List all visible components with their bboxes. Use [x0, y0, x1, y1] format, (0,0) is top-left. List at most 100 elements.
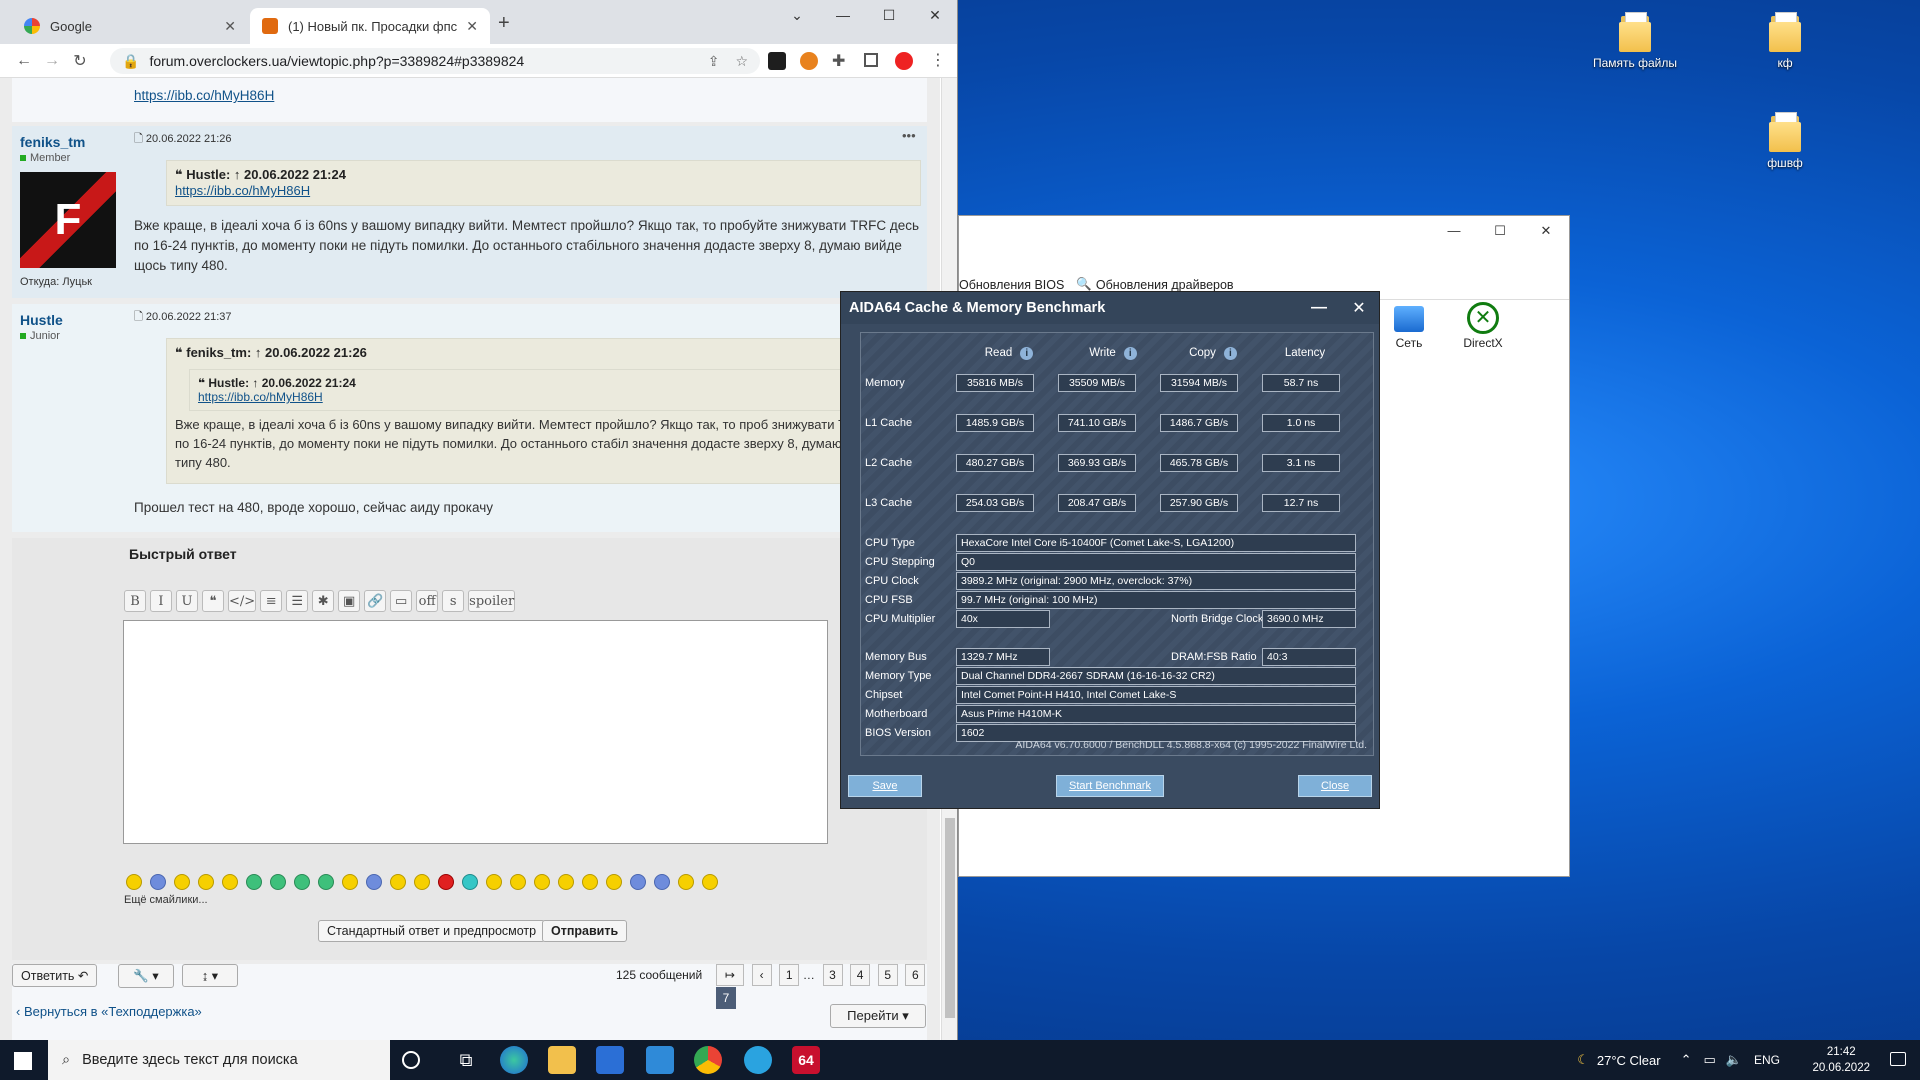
task-view-icon[interactable]: ⧉: [452, 1046, 480, 1074]
reply-button[interactable]: Ответить ↶: [12, 964, 98, 987]
aida64-taskbar-icon[interactable]: 64: [792, 1046, 820, 1074]
page-link[interactable]: 1: [779, 964, 800, 986]
quote-link[interactable]: https://ibb.co/hMyH86H: [198, 390, 323, 404]
smiley-icon[interactable]: [174, 874, 190, 890]
post-author[interactable]: feniks_tm: [20, 134, 85, 150]
store-icon[interactable]: [596, 1046, 624, 1074]
back-icon[interactable]: ←: [10, 52, 38, 70]
underline-button[interactable]: U: [176, 590, 198, 612]
media-button[interactable]: ▭: [390, 590, 413, 612]
quote-button[interactable]: ❝: [202, 590, 224, 612]
spoiler-button[interactable]: spoiler: [468, 590, 516, 612]
smiley-icon[interactable]: [702, 874, 718, 890]
smiley-icon[interactable]: [246, 874, 262, 890]
more-smileys-link[interactable]: Ещё смайлики...: [124, 894, 208, 906]
smiley-icon[interactable]: [630, 874, 646, 890]
network-item[interactable]: Сеть: [1379, 306, 1439, 350]
page-link[interactable]: 3: [822, 964, 843, 986]
smiley-icon[interactable]: [198, 874, 214, 890]
close-button[interactable]: Close: [1298, 775, 1372, 797]
sidepanel-icon[interactable]: [864, 53, 878, 67]
strike-button[interactable]: s: [442, 590, 465, 612]
clock[interactable]: 21:42 20.06.2022: [1812, 1044, 1870, 1076]
volume-icon[interactable]: 🔈: [1726, 1052, 1742, 1068]
bold-button[interactable]: B: [124, 590, 146, 612]
list-button[interactable]: ≡: [260, 590, 283, 612]
smiley-icon[interactable]: [606, 874, 622, 890]
list-item-button[interactable]: ✱: [312, 590, 335, 612]
page-link[interactable]: 5: [877, 964, 898, 986]
tab-search-icon[interactable]: ⌄: [774, 0, 820, 30]
post-menu-icon[interactable]: •••: [902, 128, 916, 143]
chrome-icon[interactable]: [694, 1046, 722, 1074]
smiley-icon[interactable]: [270, 874, 286, 890]
minimize-icon[interactable]: —: [1299, 299, 1339, 317]
taskbar-search[interactable]: ⌕ Введите здесь текст для поиска: [48, 1040, 390, 1080]
windows-start-icon[interactable]: [14, 1052, 32, 1070]
smiley-icon[interactable]: [294, 874, 310, 890]
smiley-icon[interactable]: [510, 874, 526, 890]
metamask-icon[interactable]: [800, 52, 818, 70]
code-button[interactable]: </>: [228, 590, 257, 612]
preview-button[interactable]: Стандартный ответ и предпросмотр: [318, 920, 546, 942]
jump-to-page-icon[interactable]: ↦: [716, 964, 744, 986]
post-author[interactable]: Hustle: [20, 312, 63, 328]
smiley-icon[interactable]: [222, 874, 238, 890]
off-button[interactable]: off: [416, 590, 439, 612]
telegram-icon[interactable]: [744, 1046, 772, 1074]
menu-dots-icon[interactable]: ⋮: [930, 50, 946, 70]
smiley-icon[interactable]: [342, 874, 358, 890]
smiley-icon[interactable]: [126, 874, 142, 890]
start-benchmark-button[interactable]: Start Benchmark: [1056, 775, 1164, 797]
maximize-icon[interactable]: ☐: [1477, 216, 1523, 246]
extensions-puzzle-icon[interactable]: ✚: [832, 51, 845, 71]
back-to-forum-link[interactable]: ‹ Вернуться в «Техподдержка»: [16, 1004, 202, 1019]
current-page[interactable]: 7: [716, 987, 736, 1009]
extension-icon[interactable]: [768, 52, 786, 70]
link-button[interactable]: 🔗: [364, 590, 387, 612]
weather-text[interactable]: 27°C Clear: [1597, 1053, 1661, 1068]
bios-updates-link[interactable]: Обновления BIOS: [959, 278, 1064, 292]
reload-icon[interactable]: ↻: [66, 51, 94, 71]
maximize-icon[interactable]: ☐: [866, 0, 912, 30]
file-explorer-icon[interactable]: [548, 1046, 576, 1074]
close-tab-icon[interactable]: ✕: [224, 18, 236, 35]
reply-textarea[interactable]: [123, 620, 828, 844]
close-icon[interactable]: ✕: [1339, 298, 1379, 318]
smiley-icon[interactable]: [150, 874, 166, 890]
avatar[interactable]: F: [20, 172, 116, 268]
desktop-icon-folder[interactable]: фшвф: [1742, 112, 1828, 170]
driver-updates-link[interactable]: Обновления драйверов: [1096, 278, 1234, 292]
italic-button[interactable]: I: [150, 590, 172, 612]
share-icon[interactable]: ⇪: [708, 53, 720, 70]
close-icon[interactable]: ✕: [912, 0, 958, 30]
quote-link[interactable]: https://ibb.co/hMyH86H: [175, 183, 310, 198]
forward-icon[interactable]: →: [38, 52, 66, 70]
desktop-icon-folder[interactable]: кф: [1742, 12, 1828, 70]
cortana-icon[interactable]: [402, 1051, 420, 1069]
smiley-icon[interactable]: [534, 874, 550, 890]
send-button[interactable]: Отправить: [542, 920, 628, 942]
minimize-icon[interactable]: —: [1431, 216, 1477, 246]
smiley-icon[interactable]: [366, 874, 382, 890]
smiley-icon[interactable]: [438, 874, 454, 890]
goto-button[interactable]: Перейти ▾: [830, 1004, 926, 1028]
desktop-icon-folder[interactable]: Память файлы: [1592, 12, 1678, 70]
close-tab-icon[interactable]: ✕: [466, 18, 478, 35]
page-link[interactable]: 4: [850, 964, 871, 986]
tab-forum[interactable]: (1) Новый пк. Просадки фпс в V ✕: [250, 8, 490, 44]
language-indicator[interactable]: ENG: [1754, 1053, 1780, 1067]
ordered-list-button[interactable]: ☰: [286, 590, 309, 612]
edge-icon[interactable]: [500, 1046, 528, 1074]
page-link[interactable]: 6: [905, 964, 926, 986]
tools-dropdown[interactable]: 🔧 ▾: [118, 964, 174, 988]
smiley-icon[interactable]: [582, 874, 598, 890]
directx-item[interactable]: ✕ DirectX: [1453, 302, 1513, 350]
smiley-icon[interactable]: [390, 874, 406, 890]
address-bar[interactable]: 🔒 forum.overclockers.ua/viewtopic.php?p=…: [110, 48, 760, 74]
smiley-icon[interactable]: [414, 874, 430, 890]
new-tab-icon[interactable]: +: [498, 12, 510, 35]
notifications-icon[interactable]: [1890, 1052, 1906, 1066]
minimize-icon[interactable]: —: [820, 0, 866, 30]
smiley-icon[interactable]: [486, 874, 502, 890]
